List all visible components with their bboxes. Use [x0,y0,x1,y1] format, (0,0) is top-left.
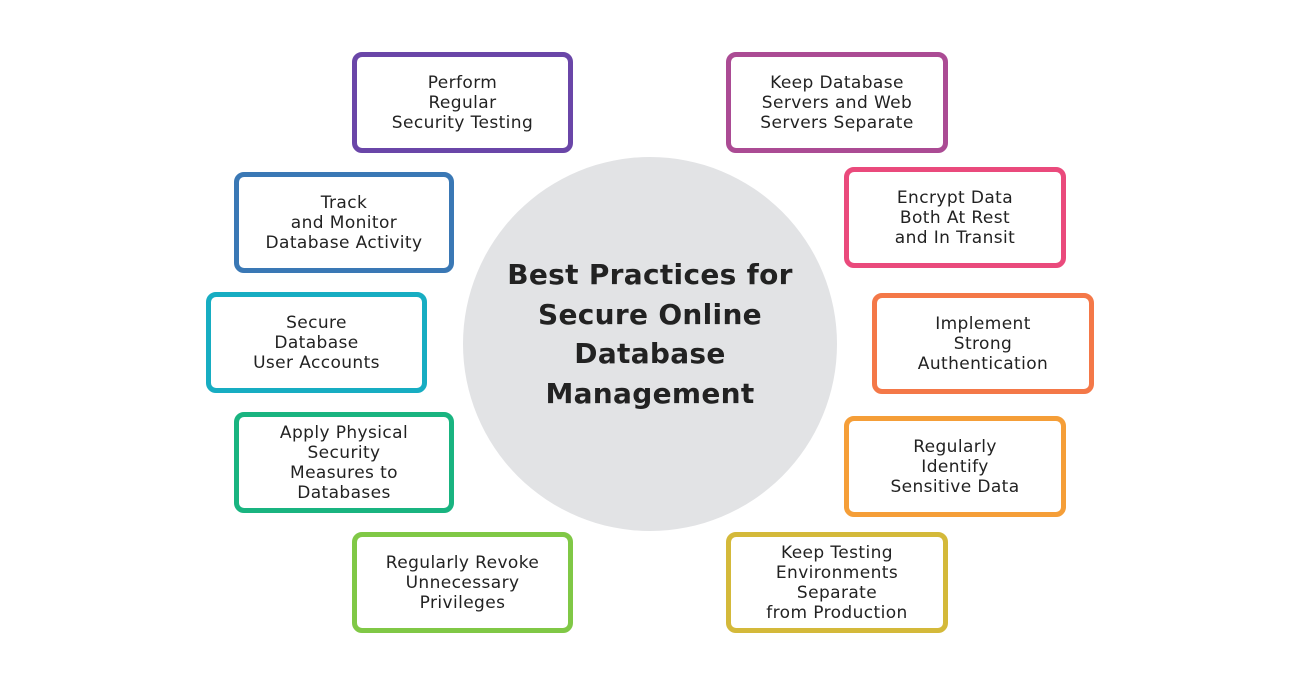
practice-box-security-testing: Perform Regular Security Testing [352,52,573,153]
practice-box-physical-security: Apply Physical Security Measures to Data… [234,412,454,513]
practice-box-separate-test-env: Keep Testing Environments Separate from … [726,532,948,633]
practice-label: Regularly Identify Sensitive Data [890,436,1020,497]
diagram-title: Best Practices for Secure Online Databas… [507,258,793,410]
practice-label: Apply Physical Security Measures to Data… [279,422,409,503]
practice-label: Keep Database Servers and Web Servers Se… [760,72,914,133]
practice-box-monitor-activity: Track and Monitor Database Activity [234,172,454,273]
practice-label: Implement Strong Authentication [917,313,1049,374]
practice-label: Secure Database User Accounts [253,312,380,373]
practice-box-separate-servers: Keep Database Servers and Web Servers Se… [726,52,948,153]
practice-box-user-accounts: Secure Database User Accounts [206,292,427,393]
central-hub-circle: Best Practices for Secure Online Databas… [463,157,837,531]
practice-label: Encrypt Data Both At Rest and In Transit [894,187,1016,248]
practice-label: Keep Testing Environments Separate from … [766,542,908,623]
practice-box-encrypt-data: Encrypt Data Both At Rest and In Transit [844,167,1066,268]
practice-label: Track and Monitor Database Activity [265,192,423,253]
practice-label: Perform Regular Security Testing [391,72,534,133]
practice-box-revoke-privileges: Regularly Revoke Unnecessary Privileges [352,532,573,633]
practice-label: Regularly Revoke Unnecessary Privileges [385,552,540,613]
practice-box-identify-sensitive-data: Regularly Identify Sensitive Data [844,416,1066,517]
practice-box-strong-authentication: Implement Strong Authentication [872,293,1094,394]
